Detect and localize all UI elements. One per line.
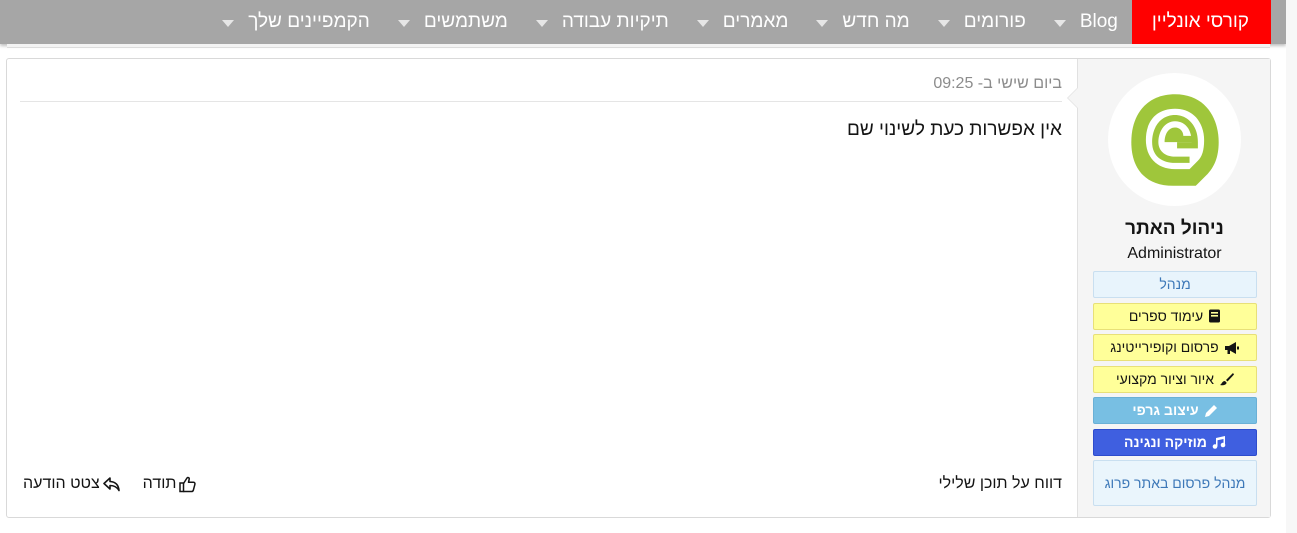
book-icon	[1208, 309, 1221, 323]
user-badges: מנהל עימוד ספרים פרסום וקופירייטינג איור…	[1093, 271, 1257, 511]
user-title: Administrator	[1127, 245, 1222, 262]
chevron-down-icon	[535, 19, 548, 27]
nav-label: משתמשים	[423, 11, 508, 32]
badge-illustration[interactable]: איור וציור מקצועי	[1093, 365, 1257, 393]
nav-articles[interactable]: מאמרים	[683, 0, 803, 44]
music-icon	[1212, 435, 1226, 449]
badge-copywriting[interactable]: פרסום וקופירייטינג	[1093, 334, 1257, 361]
nav-blog[interactable]: Blog	[1040, 0, 1132, 44]
badge-label: עיצוב גרפי	[1132, 402, 1199, 418]
top-navigation: קורסי אונליין Blog פורומים מה חדש מאמרים…	[0, 0, 1286, 44]
badge-label: איור וציור מקצועי	[1115, 370, 1215, 387]
chevron-down-icon	[816, 19, 829, 27]
badge-label: מנהל פרסום באתר פרוג	[1104, 474, 1246, 491]
reply-icon	[102, 476, 121, 492]
badge-ad-manager[interactable]: מנהל פרסום באתר פרוג	[1093, 460, 1257, 506]
nav-label: הקמפיינים שלך	[248, 11, 370, 32]
nav-label: מאמרים	[722, 11, 789, 32]
nav-label: מה חדש	[842, 11, 910, 32]
nav-label: Blog	[1079, 11, 1118, 32]
post-body: אין אפשרות כעת לשינוי שם	[846, 119, 1062, 140]
panel-arrow-inner	[1068, 88, 1078, 108]
divider	[20, 101, 1062, 102]
badge-label: מנהל	[1159, 276, 1191, 292]
user-panel: ניהול האתר Administrator מנהל עימוד ספרי…	[1067, 59, 1271, 517]
forum-post: ניהול האתר Administrator מנהל עימוד ספרי…	[6, 58, 1271, 518]
nav-label: תיקיות עבודה	[561, 11, 669, 32]
brush-icon	[1219, 372, 1235, 386]
avatar[interactable]	[1108, 73, 1241, 206]
nav-label: קורסי אונליין	[1151, 11, 1249, 32]
chevron-down-icon	[937, 19, 950, 27]
nav-online-courses[interactable]: קורסי אונליין	[1131, 0, 1271, 44]
badge-book-layout[interactable]: עימוד ספרים	[1093, 302, 1257, 330]
nav-under-strip	[7, 44, 1270, 48]
chevron-down-icon	[397, 19, 410, 27]
badge-music[interactable]: מוזיקה ונגינה	[1093, 428, 1257, 456]
badge-label: עימוד ספרים	[1128, 307, 1204, 324]
chevron-down-icon	[222, 19, 235, 27]
badge-graphic-design[interactable]: עיצוב גרפי	[1093, 397, 1257, 424]
post-actions: צטט הודעה תודה	[23, 475, 197, 493]
page-scrollbar[interactable]	[1286, 0, 1297, 533]
site-logo-icon	[1130, 93, 1219, 186]
nav-members[interactable]: משתמשים	[384, 0, 522, 44]
badge-label: פרסום וקופירייטינג	[1110, 339, 1219, 355]
nav-whats-new[interactable]: מה חדש	[802, 0, 923, 44]
thumbs-up-icon	[179, 476, 197, 493]
like-label: תודה	[142, 475, 177, 492]
like-button[interactable]: תודה	[143, 475, 197, 493]
report-link[interactable]: דווח על תוכן שלילי	[938, 475, 1062, 493]
badge-label: מוזיקה ונגינה	[1124, 433, 1207, 450]
post-timestamp[interactable]: ביום שישי ב- 09:25	[933, 75, 1062, 93]
chevron-down-icon	[1053, 19, 1066, 27]
pencil-icon	[1204, 404, 1218, 418]
quote-label: צטט הודעה	[23, 475, 100, 492]
nav-label: פורומים	[963, 11, 1026, 32]
quote-button[interactable]: צטט הודעה	[23, 475, 121, 493]
chevron-down-icon	[696, 19, 709, 27]
badge-admin[interactable]: מנהל	[1093, 271, 1257, 298]
nav-campaigns[interactable]: הקמפיינים שלך	[208, 0, 384, 44]
nav-portfolios[interactable]: תיקיות עבודה	[522, 0, 683, 44]
nav-forums[interactable]: פורומים	[924, 0, 1040, 44]
megaphone-icon	[1224, 341, 1240, 355]
username[interactable]: ניהול האתר	[1078, 218, 1271, 240]
